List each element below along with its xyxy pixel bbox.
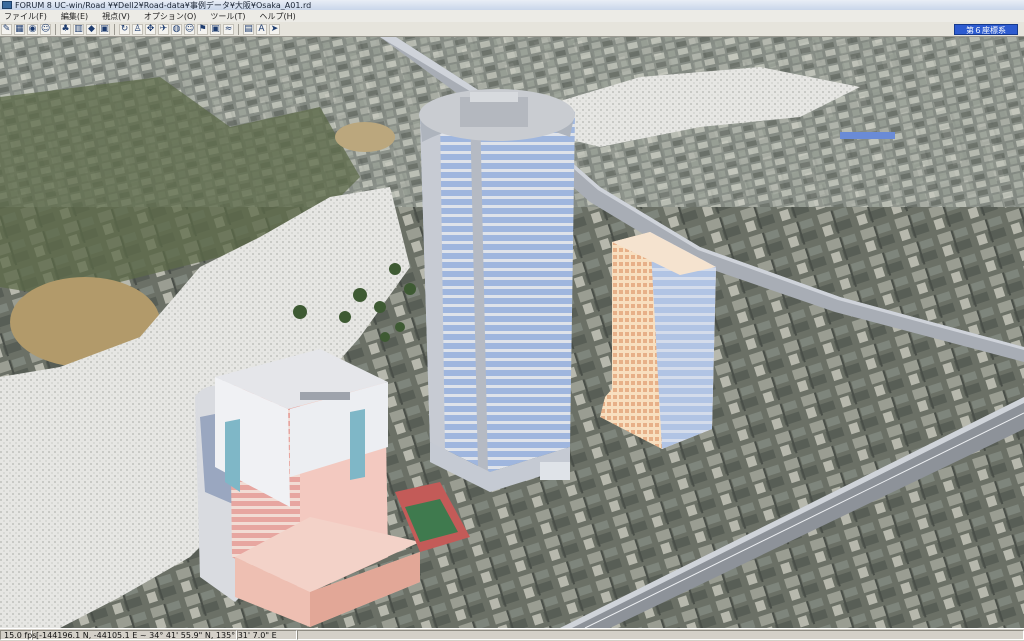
rotate-icon: ↻ xyxy=(120,23,129,34)
toolbar-separator xyxy=(114,23,115,35)
3d-viewport[interactable] xyxy=(0,37,1024,628)
person-icon: ☺ xyxy=(184,23,195,34)
building-tool-button[interactable]: ▥ xyxy=(73,23,84,35)
sign-icon: ◆ xyxy=(88,23,95,34)
text-icon: A xyxy=(258,23,265,34)
menu-edit[interactable]: 編集(E) xyxy=(57,11,98,22)
plane-icon: ✈ xyxy=(159,23,168,34)
wave-tool-button[interactable]: ≈ xyxy=(223,23,234,35)
globe-icon: ◍ xyxy=(172,23,181,34)
walk-icon: ♙ xyxy=(133,23,142,34)
toolbar-separator xyxy=(238,23,239,35)
text-tool-button[interactable]: A xyxy=(256,23,267,35)
coordinate-readout: [-144196.1 N, -44105.1 E ~ 34° 41' 55.9"… xyxy=(32,629,277,640)
car-icon: ▣ xyxy=(100,23,109,34)
person-icon: ☺ xyxy=(40,23,51,34)
menu-tools[interactable]: ツール(T) xyxy=(206,11,255,22)
plane-tool-button[interactable]: ✈ xyxy=(158,23,169,35)
window-title: FORUM 8 UC-win/Road ¥¥Dell2¥Road-data¥事例… xyxy=(15,0,312,10)
globe-tool-button[interactable]: ◍ xyxy=(171,23,182,35)
person-tool-button[interactable]: ☺ xyxy=(184,23,195,35)
app-logo-icon xyxy=(2,1,12,9)
tree-icon: ♣ xyxy=(61,23,70,34)
status-panel xyxy=(237,629,297,640)
grid-icon: ▦ xyxy=(15,23,24,34)
chart-tool-button[interactable]: ▤ xyxy=(243,23,254,35)
flag-tool-button[interactable]: ⚑ xyxy=(197,23,208,35)
menu-options[interactable]: オプション(O) xyxy=(140,11,207,22)
walk-tool-button[interactable]: ♙ xyxy=(132,23,143,35)
wave-icon: ≈ xyxy=(224,23,233,34)
toolbar-separator xyxy=(55,23,56,35)
chart-icon: ▤ xyxy=(244,23,253,34)
menu-view[interactable]: 視点(V) xyxy=(98,11,140,22)
camera-icon: ◉ xyxy=(28,23,37,34)
move-tool-button[interactable]: ✥ xyxy=(145,23,156,35)
move-icon: ✥ xyxy=(146,23,155,34)
building-icon: ▥ xyxy=(74,23,83,34)
pencil-icon: ✎ xyxy=(2,23,11,34)
tree-tool-button[interactable]: ♣ xyxy=(60,23,71,35)
menu-help[interactable]: ヘルプ(H) xyxy=(256,11,306,22)
pencil-tool-button[interactable]: ✎ xyxy=(1,23,12,35)
status-panel-wide xyxy=(297,629,1024,640)
sign-tool-button[interactable]: ◆ xyxy=(86,23,97,35)
camera-tool-button[interactable]: ◉ xyxy=(27,23,38,35)
coordinate-system-button[interactable]: 第６座標系 xyxy=(954,24,1018,35)
rotate-tool-button[interactable]: ↻ xyxy=(119,23,130,35)
menu-file[interactable]: ファイル(F) xyxy=(0,11,57,22)
city-scene xyxy=(0,37,1024,628)
status-bar: 15.0 fps [-144196.1 N, -44105.1 E ~ 34° … xyxy=(0,628,1024,640)
run-icon: ➤ xyxy=(270,23,279,34)
person-tool-button[interactable]: ☺ xyxy=(40,23,51,35)
car-tool-button[interactable]: ▣ xyxy=(99,23,110,35)
car-tool-button[interactable]: ▣ xyxy=(210,23,221,35)
toolbar: ✎ ▦ ◉ ☺ ♣ ▥ ◆ ▣ ↻ ♙ ✥ ✈ ◍ ☺ ⚑ ▣ ≈ ▤ A ➤ xyxy=(0,22,1024,37)
flag-icon: ⚑ xyxy=(198,23,207,34)
fps-readout: 15.0 fps xyxy=(0,629,36,640)
run-tool-button[interactable]: ➤ xyxy=(269,23,280,35)
grid-tool-button[interactable]: ▦ xyxy=(14,23,25,35)
car-icon: ▣ xyxy=(211,23,220,34)
